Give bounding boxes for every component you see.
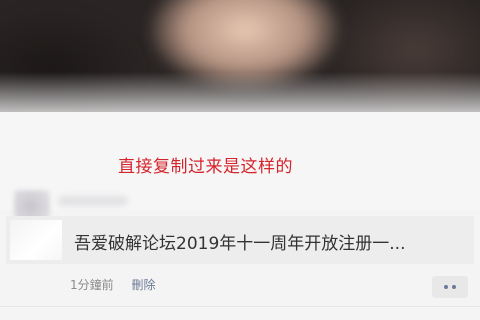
delete-button[interactable]: 刪除 bbox=[131, 278, 155, 292]
blurred-username bbox=[58, 196, 128, 206]
post-meta: 1分鐘前 刪除 bbox=[70, 276, 155, 293]
more-dots-icon[interactable] bbox=[432, 276, 468, 298]
shared-link-title: 吾爱破解论坛2019年十一周年开放注册一... bbox=[74, 234, 406, 254]
shared-link-thumbnail bbox=[10, 220, 62, 260]
post-time: 1分鐘前 bbox=[70, 278, 114, 292]
blurred-photo bbox=[0, 0, 480, 112]
annotation-text: 直接复制过来是这样的 bbox=[118, 157, 293, 177]
divider bbox=[0, 306, 480, 307]
shared-link-card[interactable]: 吾爱破解论坛2019年十一周年开放注册一... bbox=[6, 216, 474, 264]
